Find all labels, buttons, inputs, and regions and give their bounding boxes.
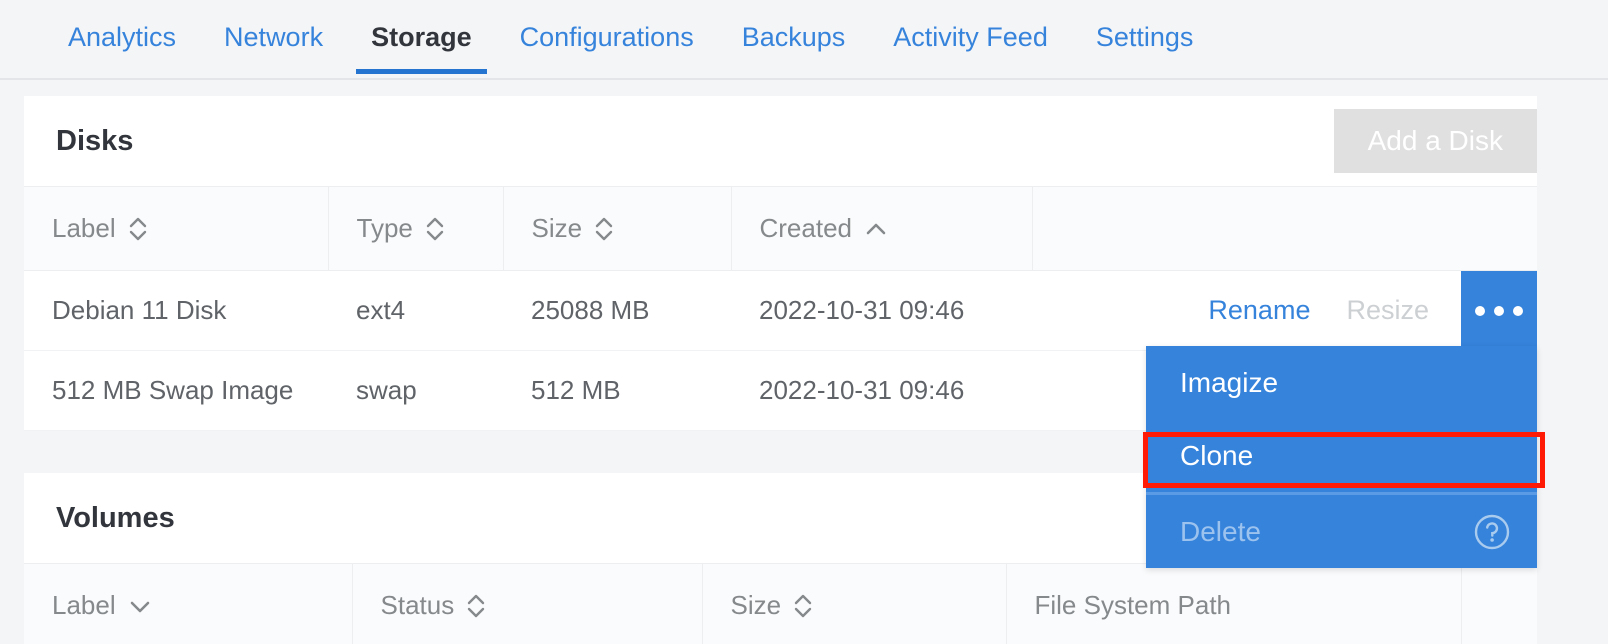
volumes-col-status[interactable]: Status [352,564,702,644]
disk-action-dropdown-menu: Imagize Clone Delete [1146,346,1537,568]
tab-network[interactable]: Network [200,0,347,74]
tab-label: Analytics [68,22,176,53]
ellipsis-icon-dot [1475,306,1485,316]
help-circle-icon[interactable] [1473,513,1511,551]
volumes-col-file-system-path[interactable]: File System Path [1006,564,1461,644]
primary-tab-bar: Analytics Network Storage Configurations… [0,0,1608,80]
disk-type-cell: swap [328,351,503,431]
disk-size-cell: 512 MB [503,351,731,431]
menu-item-label: Clone [1180,440,1253,472]
sort-ascending-icon[interactable] [864,220,888,238]
sort-both-icon[interactable] [425,214,445,244]
ellipsis-icon-dot [1494,306,1504,316]
tab-label: Storage [371,22,472,53]
volumes-col-actions [1461,564,1537,644]
resize-button[interactable]: Resize [1328,295,1447,326]
disks-col-type[interactable]: Type [328,187,503,271]
tab-activity-feed[interactable]: Activity Feed [869,0,1072,74]
disks-col-actions [1032,187,1537,271]
menu-item-imagize[interactable]: Imagize [1146,346,1537,419]
tab-configurations[interactable]: Configurations [496,0,718,74]
volumes-col-label[interactable]: Label [24,564,352,644]
rename-button[interactable]: Rename [1190,295,1328,326]
sort-both-icon[interactable] [793,591,813,621]
disks-title: Disks [56,125,133,158]
disk-label-cell: Debian 11 Disk [24,271,328,351]
disk-label-cell: 512 MB Swap Image [24,351,328,431]
column-label: Label [52,213,116,244]
column-label: Label [52,590,116,621]
tab-label: Configurations [520,22,694,53]
tab-backups[interactable]: Backups [718,0,870,74]
disk-action-menu-button[interactable] [1461,271,1537,350]
column-label: Created [760,213,853,244]
menu-item-label: Imagize [1180,367,1278,399]
tab-storage[interactable]: Storage [347,0,496,74]
column-label: Status [381,590,455,621]
tab-analytics[interactable]: Analytics [44,0,200,74]
tab-label: Settings [1096,22,1194,53]
menu-item-clone[interactable]: Clone [1146,419,1537,492]
volumes-table: Label Status [24,563,1537,644]
disks-col-label[interactable]: Label [24,187,328,271]
volumes-table-header-row: Label Status [24,564,1537,644]
column-label: File System Path [1035,590,1232,621]
sort-both-icon[interactable] [128,214,148,244]
volumes-title: Volumes [56,502,175,535]
tab-label: Backups [742,22,846,53]
table-row: Debian 11 Disk ext4 25088 MB 2022-10-31 … [24,271,1537,351]
menu-item-delete[interactable]: Delete [1146,495,1537,568]
disk-created-cell: 2022-10-31 09:46 [731,271,1032,351]
add-a-disk-button[interactable]: Add a Disk [1334,109,1537,173]
volumes-col-size[interactable]: Size [702,564,1006,644]
menu-item-label: Delete [1180,516,1261,548]
disk-size-cell: 25088 MB [503,271,731,351]
column-label: Type [357,213,413,244]
column-label: Size [731,590,782,621]
sort-descending-icon[interactable] [128,597,152,615]
disk-type-cell: ext4 [328,271,503,351]
disks-col-created[interactable]: Created [731,187,1032,271]
column-label: Size [532,213,583,244]
disk-created-cell: 2022-10-31 09:46 [731,351,1032,431]
sort-both-icon[interactable] [594,214,614,244]
ellipsis-icon-dot [1513,306,1523,316]
tab-label: Network [224,22,323,53]
disks-table-header-row: Label Type [24,187,1537,271]
disk-actions-cell: Rename Resize [1032,271,1537,351]
tab-label: Activity Feed [893,22,1048,53]
disks-col-size[interactable]: Size [503,187,731,271]
tab-settings[interactable]: Settings [1072,0,1218,74]
sort-both-icon[interactable] [466,591,486,621]
disks-panel-header: Disks Add a Disk [24,96,1537,186]
